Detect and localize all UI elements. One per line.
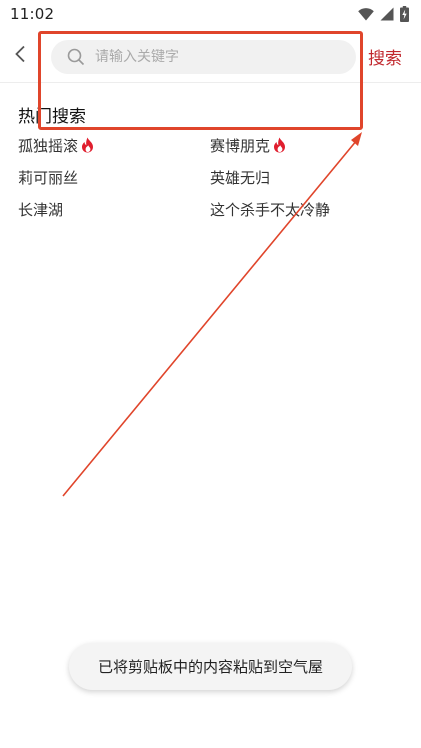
search-header: 搜索: [0, 30, 421, 82]
search-button[interactable]: 搜索: [368, 44, 402, 69]
hot-search-item[interactable]: 长津湖: [18, 198, 210, 220]
hot-search-item[interactable]: 这个杀手不太冷静: [210, 198, 402, 220]
search-icon: [67, 48, 85, 66]
hot-search-item[interactable]: 孤独摇滚: [18, 134, 210, 156]
back-button[interactable]: [0, 30, 40, 82]
hot-search-title: 热门搜索: [18, 107, 86, 127]
hot-search-item[interactable]: 英雄无归: [210, 166, 402, 188]
flame-icon: [81, 137, 94, 153]
wifi-icon: [358, 7, 374, 21]
hot-search-item-label: 英雄无归: [210, 168, 271, 187]
toast-message: 已将剪贴板中的内容粘贴到空气屋: [69, 643, 352, 690]
battery-charging-icon: [400, 6, 409, 22]
hot-search-item[interactable]: 赛博朋克: [210, 134, 402, 156]
hot-search-item-label: 孤独摇滚: [18, 136, 79, 155]
search-box[interactable]: [51, 40, 356, 74]
header-divider: [0, 82, 421, 83]
signal-icon: [380, 7, 394, 21]
chevron-left-icon: [14, 45, 26, 67]
search-input[interactable]: [95, 49, 335, 65]
hot-search-item-label: 莉可丽丝: [18, 168, 79, 187]
flame-icon: [273, 137, 286, 153]
search-screen: 11:02 请输入关键字 搜索 热门搜索 孤独摇滚 赛博朋克 莉可丽丝 英雄无归…: [0, 0, 421, 748]
hot-search-item-label: 长津湖: [18, 200, 64, 219]
hot-search-list: 孤独摇滚 赛博朋克 莉可丽丝 英雄无归 长津湖 这个杀手不太冷静: [18, 134, 408, 220]
hot-search-item-label: 这个杀手不太冷静: [210, 200, 331, 219]
hot-search-item[interactable]: 莉可丽丝: [18, 166, 210, 188]
status-icons: [358, 6, 409, 22]
status-bar: 11:02: [0, 0, 421, 28]
status-time: 11:02: [10, 5, 55, 23]
hot-search-item-label: 赛博朋克: [210, 136, 271, 155]
